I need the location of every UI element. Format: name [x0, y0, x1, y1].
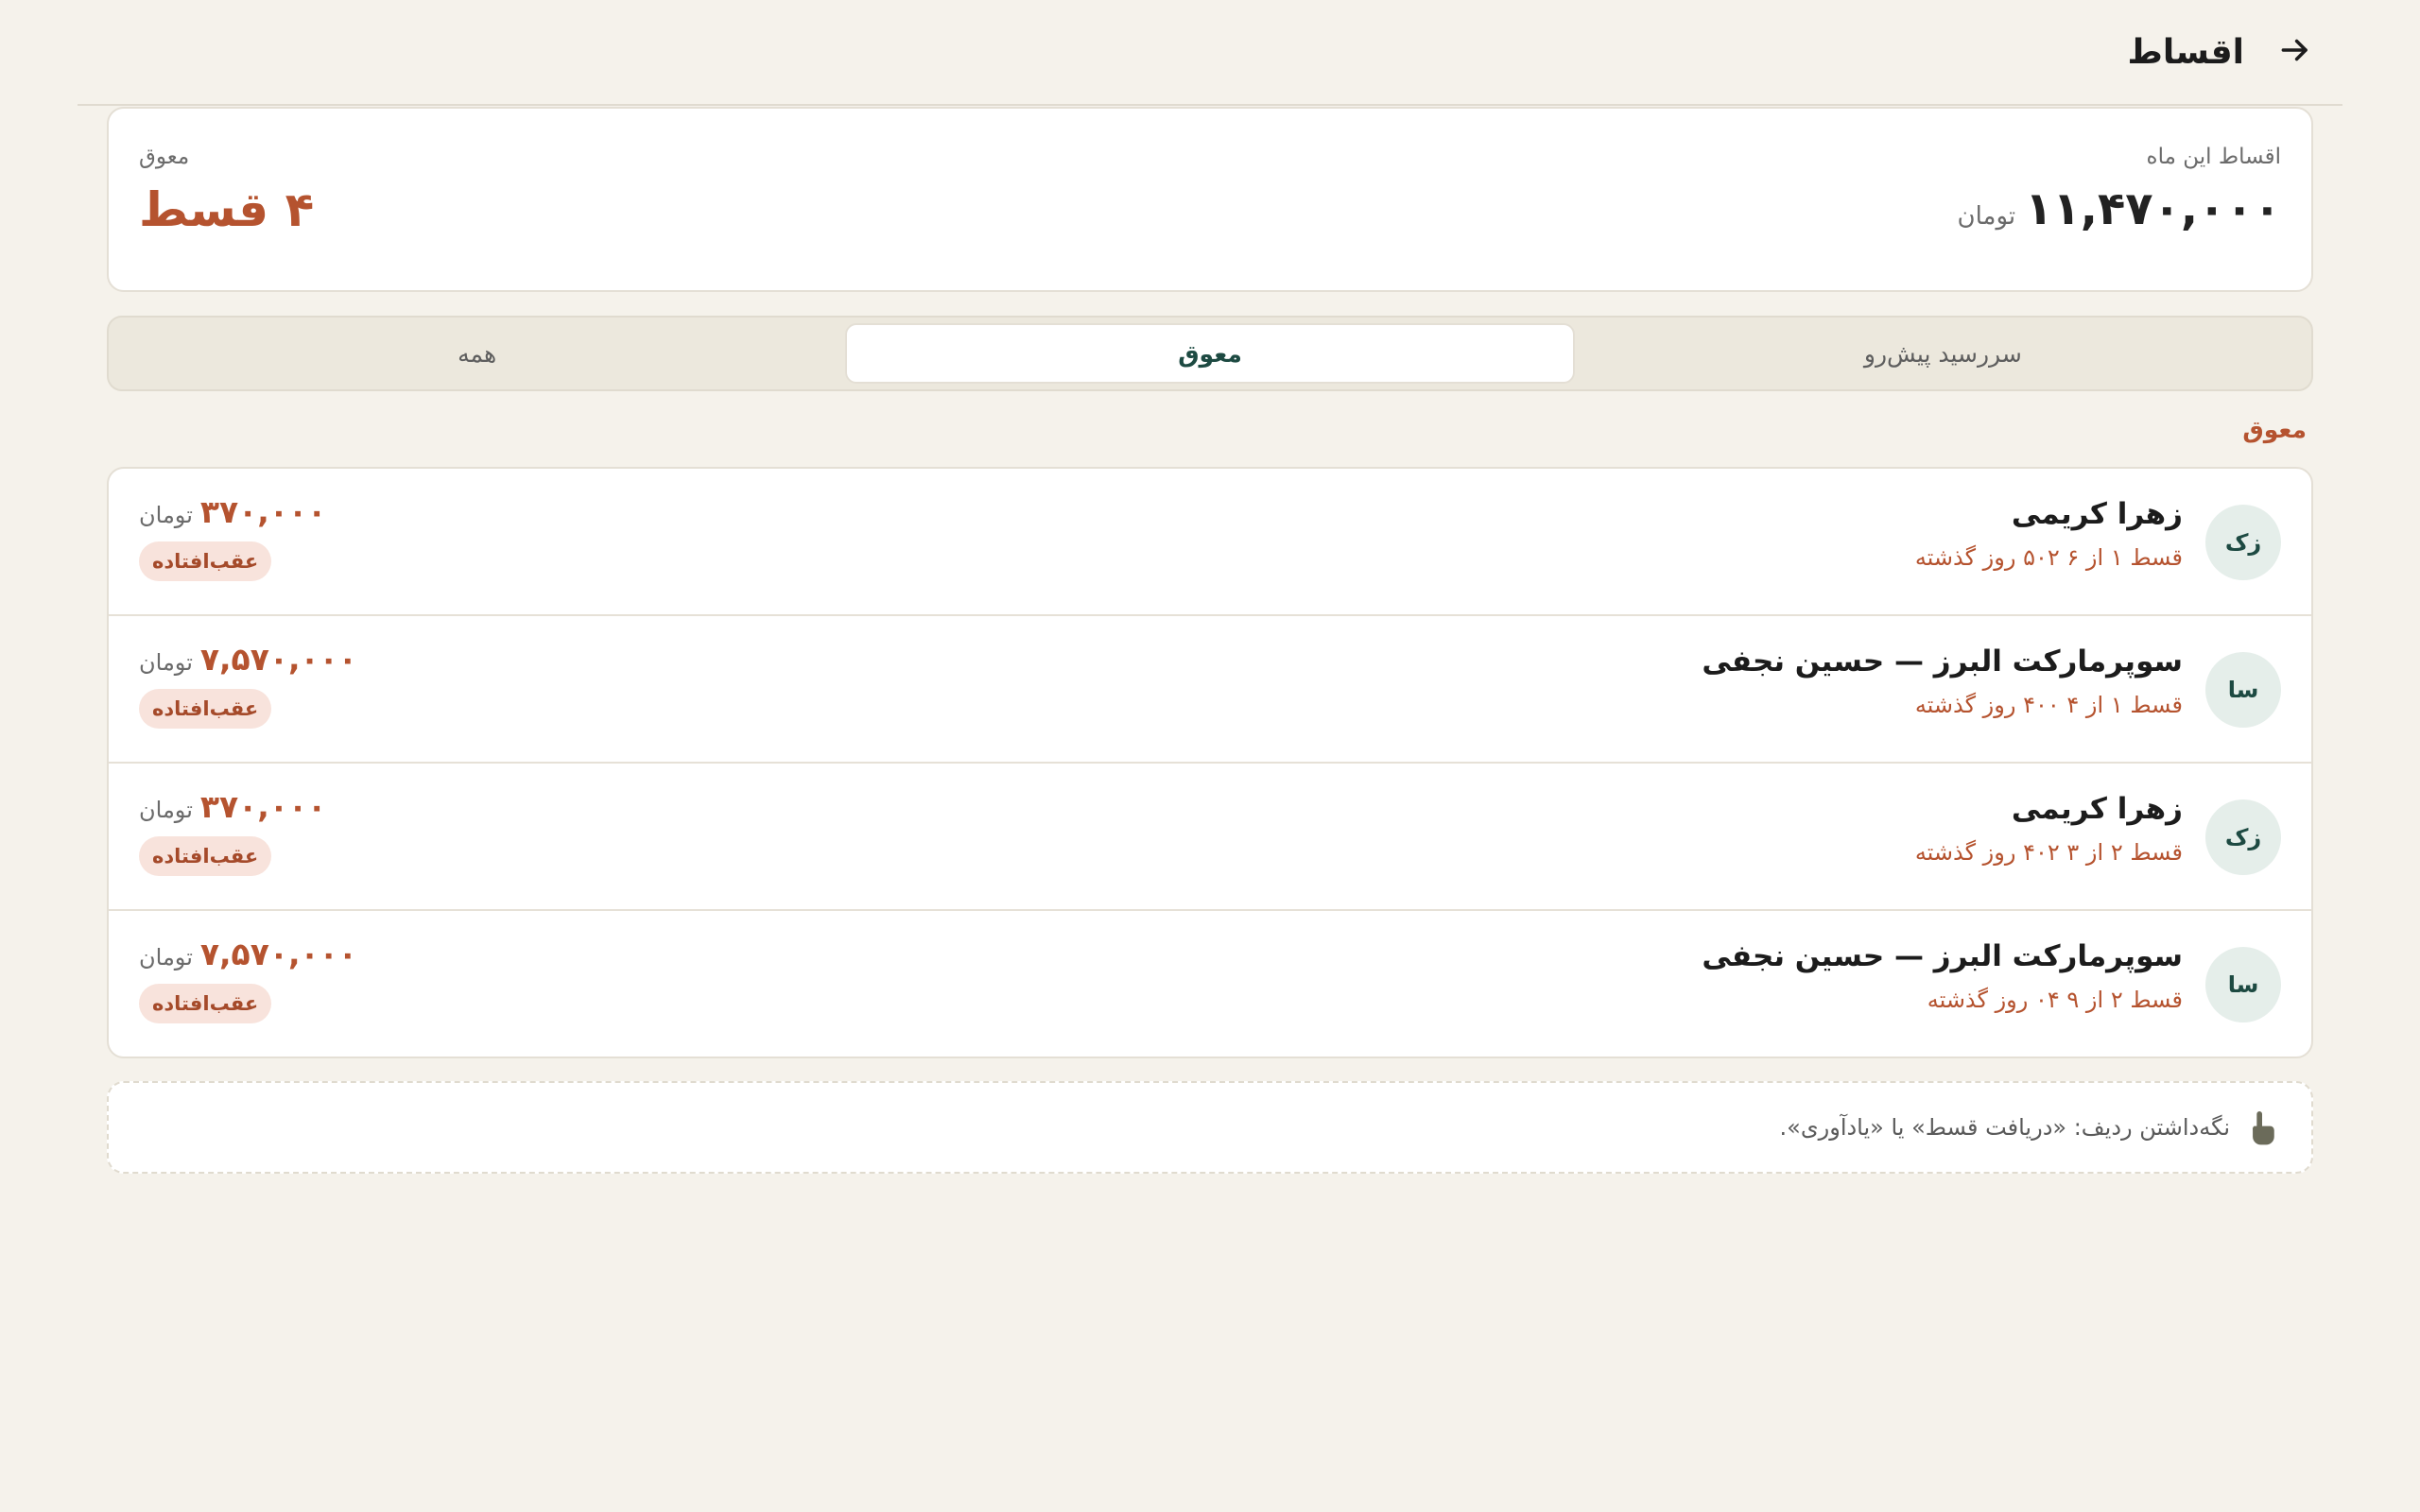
monthly-total-amount: ۱۱,۴۷۰,۰۰۰ [2025, 182, 2281, 235]
installment-details: سوپرمارکت البرز — حسین نجفی قسط ۲ از ۹ ۰… [1702, 939, 2183, 1013]
customer-name: زهرا کریمی [2011, 792, 2183, 826]
installment-row[interactable]: زک زهرا کریمی قسط ۲ از ۳ ۴۰۲ روز گذشته ۳… [109, 764, 2311, 911]
status-badge: عقب‌افتاده [139, 984, 272, 1023]
installment-details: زهرا کریمی قسط ۲ از ۳ ۴۰۲ روز گذشته [1915, 792, 2183, 866]
hint-box: نگه‌داشتن ردیف: «دریافت قسط» یا «یادآوری… [107, 1081, 2313, 1174]
installment-info: قسط ۱ از ۴ ۴۰۰ روز گذشته [1914, 692, 2183, 718]
installment-details: زهرا کریمی قسط ۱ از ۶ ۵۰۲ روز گذشته [1915, 497, 2183, 571]
installment-amount-block: ۳۷۰,۰۰۰ تومان عقب‌افتاده [139, 788, 326, 876]
status-badge: عقب‌افتاده [139, 836, 272, 876]
installment-info: قسط ۱ از ۶ ۵۰۲ روز گذشته [1914, 544, 2183, 571]
hint-text: نگه‌داشتن ردیف: «دریافت قسط» یا «یادآوری… [1779, 1114, 2230, 1141]
installment-amount-block: ۷,۵۷۰,۰۰۰ تومان عقب‌افتاده [139, 936, 357, 1023]
avatar: سا [2205, 947, 2281, 1022]
amount-line: ۳۷۰,۰۰۰ تومان [139, 493, 326, 530]
arrow-right-icon [2277, 32, 2313, 72]
installment-currency: تومان [139, 944, 193, 971]
page-title: اقساط [2127, 32, 2244, 72]
monthly-total-row: ۱۱,۴۷۰,۰۰۰ تومان [1958, 182, 2281, 235]
installment-currency: تومان [139, 797, 193, 823]
summary-card: اقساط این ماه ۱۱,۴۷۰,۰۰۰ تومان معوق ۴ قس… [107, 107, 2313, 292]
app-header: اقساط [78, 0, 2342, 106]
amount-line: ۷,۵۷۰,۰۰۰ تومان [139, 641, 357, 678]
tab-upcoming[interactable]: سررسید پیش‌رو [1581, 323, 2306, 384]
monthly-total-currency: تومان [1957, 202, 2016, 231]
avatar: سا [2205, 652, 2281, 728]
avatar: زک [2205, 505, 2281, 580]
monthly-summary: اقساط این ماه ۱۱,۴۷۰,۰۰۰ تومان [1958, 145, 2281, 235]
installment-amount-block: ۳۷۰,۰۰۰ تومان عقب‌افتاده [139, 493, 326, 581]
installment-amount: ۷,۵۷۰,۰۰۰ [199, 936, 357, 972]
installment-details: سوپرمارکت البرز — حسین نجفی قسط ۱ از ۴ ۴… [1702, 644, 2183, 718]
amount-line: ۷,۵۷۰,۰۰۰ تومان [139, 936, 357, 972]
installment-info: قسط ۲ از ۹ ۰۴ روز گذشته [1927, 987, 2183, 1013]
installment-amount: ۷,۵۷۰,۰۰۰ [199, 641, 357, 678]
overdue-label: معوق [139, 145, 190, 169]
filter-tabs: سررسید پیش‌رو معوق همه [107, 316, 2313, 391]
installment-currency: تومان [139, 502, 193, 528]
installment-row[interactable]: سا سوپرمارکت البرز — حسین نجفی قسط ۲ از … [109, 911, 2311, 1057]
tab-overdue[interactable]: معوق [845, 323, 1575, 384]
installment-amount: ۳۷۰,۰۰۰ [199, 493, 327, 530]
installment-amount-block: ۷,۵۷۰,۰۰۰ تومان عقب‌افتاده [139, 641, 357, 729]
customer-name: سوپرمارکت البرز — حسین نجفی [1702, 644, 2183, 679]
installment-row[interactable]: زک زهرا کریمی قسط ۱ از ۶ ۵۰۲ روز گذشته ۳… [109, 469, 2311, 616]
section-title: معوق [2242, 416, 2307, 443]
monthly-label: اقساط این ماه [2146, 145, 2281, 169]
amount-line: ۳۷۰,۰۰۰ تومان [139, 788, 326, 825]
status-badge: عقب‌افتاده [139, 541, 272, 581]
status-badge: عقب‌افتاده [139, 689, 272, 729]
tap-hold-icon [2243, 1107, 2281, 1148]
installment-row[interactable]: سا سوپرمارکت البرز — حسین نجفی قسط ۱ از … [109, 616, 2311, 764]
avatar: زک [2205, 799, 2281, 875]
tab-all[interactable]: همه [114, 323, 839, 384]
customer-name: زهرا کریمی [2011, 497, 2183, 531]
installment-info: قسط ۲ از ۳ ۴۰۲ روز گذشته [1914, 839, 2183, 866]
installments-list: زک زهرا کریمی قسط ۱ از ۶ ۵۰۲ روز گذشته ۳… [107, 467, 2313, 1058]
customer-name: سوپرمارکت البرز — حسین نجفی [1702, 939, 2183, 973]
overdue-summary: معوق ۴ قسط [139, 145, 314, 237]
installment-currency: تومان [139, 649, 193, 676]
overdue-count: ۴ قسط [139, 182, 315, 237]
installment-amount: ۳۷۰,۰۰۰ [199, 788, 327, 825]
back-button[interactable] [2265, 22, 2325, 82]
